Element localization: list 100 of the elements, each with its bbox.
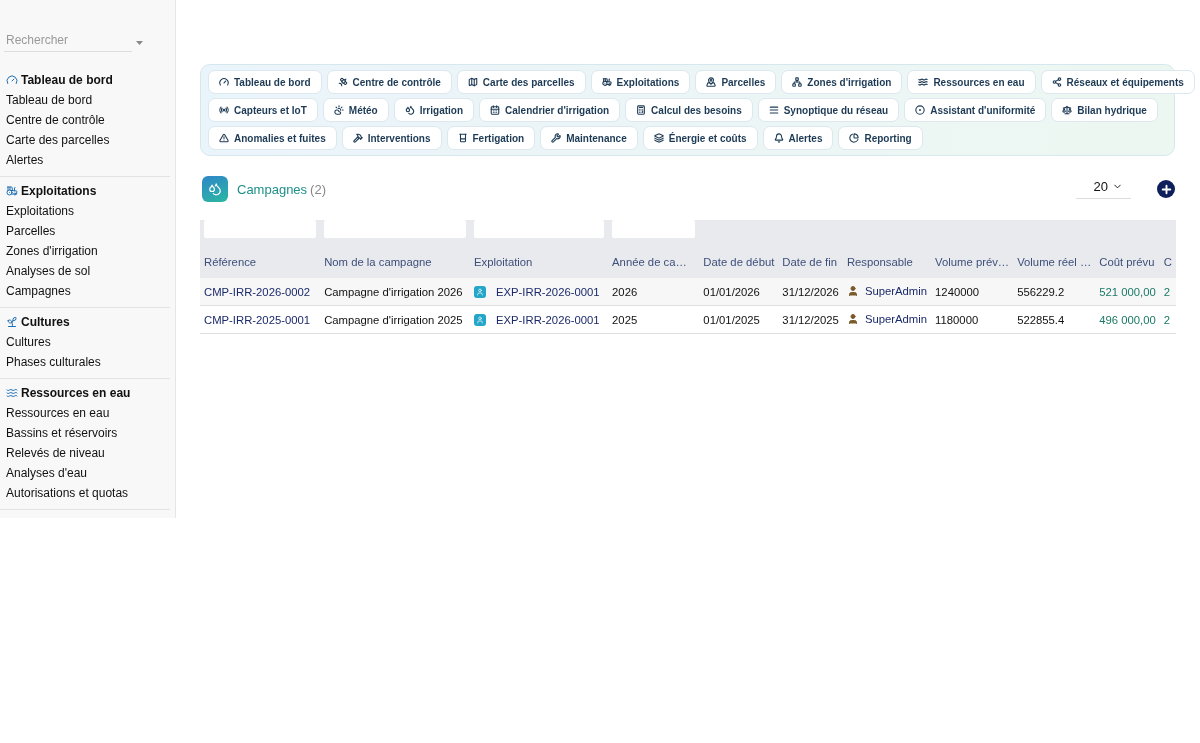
nav-chip[interactable]: Alertes [762, 126, 834, 150]
caret-icon [136, 40, 143, 45]
sidebar-item[interactable]: Exploitations [0, 201, 170, 221]
column-header[interactable]: C [1163, 256, 1172, 268]
nav-chip[interactable]: Exploitations [590, 70, 691, 94]
column-header[interactable]: Exploitation [474, 256, 605, 268]
amount-cell: 2 [1159, 305, 1176, 334]
hammer-icon [352, 133, 363, 143]
nav-chip[interactable]: Maintenance [540, 126, 638, 150]
sidebar-item[interactable]: Tableau de bord [0, 90, 170, 110]
column-header[interactable]: Volume réel … [1017, 256, 1092, 268]
sprout-icon [6, 316, 18, 328]
table-cell: 556229.2 [1013, 278, 1096, 306]
nav-chip[interactable]: Reporting [838, 126, 923, 150]
column-header[interactable]: Volume prév… [935, 256, 1010, 268]
amount-cell: 496 000,00 [1095, 305, 1160, 334]
sidebar-item[interactable]: Cultures [0, 332, 170, 352]
record-count: (2) [310, 181, 327, 197]
plus-icon [1159, 182, 1173, 196]
sidebar-item[interactable]: Centre de contrôle [0, 110, 170, 130]
page-size-select[interactable]: 20 [1075, 179, 1131, 199]
nav-chip[interactable]: Fertigation [446, 126, 536, 150]
column-header[interactable]: Nom de la campagne [324, 256, 466, 268]
satellite-dish-icon [337, 77, 348, 87]
page-title: Campagnes [237, 181, 308, 197]
nav-chip[interactable]: Carte des parcelles [456, 70, 586, 94]
tractor-icon [601, 77, 612, 87]
gauge-icon [6, 74, 18, 86]
sidebar-item[interactable]: Ressources en eau [0, 403, 170, 423]
nav-chip[interactable]: Calcul des besoins [625, 98, 753, 122]
table-cell: 31/12/2025 [778, 305, 843, 334]
amount-cell: 2 [1159, 278, 1176, 306]
nav-chip[interactable]: Capteurs et IoT [208, 98, 318, 122]
sidebar-item[interactable]: Bassins et réservoirs [0, 423, 170, 443]
target-icon [915, 105, 926, 115]
lines-icon [768, 105, 779, 115]
reference-link[interactable]: CMP-IRR-2026-0002 [200, 278, 321, 306]
table-cell: 01/01/2026 [699, 278, 779, 306]
calendar-icon [490, 105, 501, 115]
reference-link[interactable]: CMP-IRR-2025-0001 [200, 305, 321, 334]
user-icon [846, 284, 859, 297]
sidebar-item[interactable]: Zones d'irrigation [0, 241, 170, 261]
sidebar-item[interactable]: Analyses de sol [0, 261, 170, 281]
section-title: Exploitations [21, 184, 97, 198]
sidebar-item[interactable]: Relevés de niveau [0, 443, 170, 463]
column-header[interactable]: Responsable [846, 256, 928, 268]
nav-chip[interactable]: Assistant d'uniformité [904, 98, 1047, 122]
nav-chip[interactable]: Calendrier d'irrigation [479, 98, 621, 122]
sidebar-item[interactable]: Alertes [0, 150, 170, 170]
add-button[interactable] [1157, 180, 1175, 198]
wrench-icon [551, 133, 562, 143]
scale-icon [1062, 105, 1073, 115]
antenna-icon [219, 105, 229, 115]
pie-chart-icon [849, 133, 860, 143]
nav-chip[interactable]: Ressources en eau [907, 70, 1036, 94]
tractor-icon [6, 185, 18, 197]
sidebar-item[interactable]: Analyses d'eau [0, 463, 170, 483]
nav-chip[interactable]: Parcelles [695, 70, 777, 94]
layers-icon [653, 133, 664, 143]
table-cell: 2025 [608, 305, 700, 334]
waves-icon [918, 77, 929, 87]
bell-icon [773, 133, 784, 143]
sidebar-item[interactable]: Parcelles [0, 221, 170, 241]
user-icon [846, 312, 859, 325]
column-header[interactable]: Référence [204, 256, 317, 268]
user-link[interactable]: SuperAdmin [864, 284, 928, 297]
droplets-icon [404, 105, 415, 115]
user-link[interactable]: SuperAdmin [864, 312, 928, 325]
table-cell: 01/01/2025 [699, 305, 779, 334]
network-icon [792, 77, 803, 87]
nav-chip[interactable]: Anomalies et fuites [208, 126, 337, 150]
column-header[interactable]: Coût prévu [1099, 256, 1156, 268]
sidebar-item[interactable]: Autorisations et quotas [0, 483, 170, 503]
farm-link[interactable]: EXP-IRR-2026-0001 [496, 285, 600, 298]
nav-chip[interactable]: Énergie et coûts [642, 126, 758, 150]
farm-link[interactable]: EXP-IRR-2026-0001 [496, 313, 600, 326]
nav-chip[interactable]: Réseaux et équipements [1040, 70, 1195, 94]
nav-chip[interactable]: Tableau de bord [208, 70, 322, 94]
nav-chip[interactable]: Centre de contrôle [326, 70, 452, 94]
calculator-icon [636, 105, 647, 115]
sidebar-item[interactable]: Phases culturales [0, 352, 170, 372]
sidebar-item[interactable]: Carte des parcelles [0, 130, 170, 150]
table-cell: 31/12/2026 [778, 278, 843, 306]
sidebar-item[interactable]: Campagnes [0, 281, 170, 301]
table-cell: Campagne d'irrigation 2026 [320, 278, 470, 306]
column-header[interactable]: Date de début [703, 256, 775, 268]
amount-cell: 521 000,00 [1095, 278, 1160, 306]
column-header[interactable]: Date de fin [782, 256, 839, 268]
section-title: Ressources en eau [21, 386, 131, 400]
nav-chip[interactable]: Météo [322, 98, 389, 122]
column-header[interactable]: Année de ca… [612, 256, 696, 268]
nav-chip[interactable]: Synoptique du réseau [757, 98, 900, 122]
nav-chip[interactable]: Interventions [341, 126, 442, 150]
nav-chip[interactable]: Bilan hydrique [1051, 98, 1158, 122]
search-field[interactable]: Rechercher [4, 33, 132, 52]
nav-chip[interactable]: Zones d'irrigation [781, 70, 903, 94]
table-cell: 1240000 [931, 278, 1014, 306]
nav-chip[interactable]: Irrigation [393, 98, 475, 122]
share-icon [1051, 77, 1062, 87]
map-icon [467, 77, 478, 87]
